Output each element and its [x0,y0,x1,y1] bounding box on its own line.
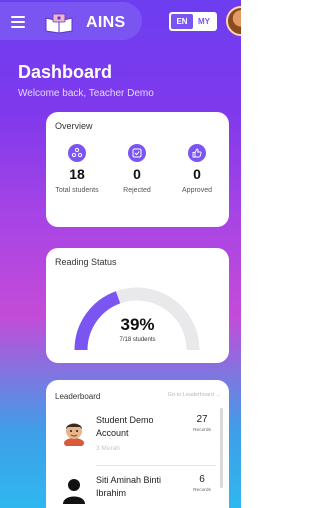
leaderboard-card: Leaderboard Go to Leaderboard → Student … [46,380,229,508]
student-name: Siti Aminah Binti Ibrahim [96,475,162,498]
stat-label: Total students [55,187,99,194]
go-to-leaderboard-link[interactable]: Go to Leaderboard → [168,392,221,398]
leaderboard-row[interactable]: Student Demo Account 3 Merah 27 Records [46,414,216,458]
overview-card: Overview 18 Total students 0 Rejected 0 … [46,112,229,227]
reading-status-card: Reading Status 39% 7/18 students [46,248,229,363]
rejected-icon [128,144,146,162]
lang-option-my[interactable]: MY [193,14,215,29]
language-switch[interactable]: EN MY [169,12,217,31]
page-title: Dashboard [18,62,113,82]
stat-total-students: 18 Total students [50,144,104,195]
reading-status-title: Reading Status [55,257,117,267]
header-brand-bar: AINS [0,2,142,40]
thumbs-up-icon [188,144,206,162]
welcome-message: Welcome back, Teacher Demo [18,88,154,99]
records-label: Records [193,428,211,433]
stat-value: 0 [193,166,201,182]
book-logo-icon [45,13,73,34]
student-class: 3 Merah [96,445,120,452]
leaderboard-row[interactable]: Siti Aminah Binti Ibrahim 6 Records [46,474,216,508]
stat-value: 0 [133,166,141,182]
leaderboard-scrollbar[interactable] [220,408,223,488]
stat-approved: 0 Approved [170,144,224,195]
lang-option-en[interactable]: EN [171,14,193,29]
row-divider [96,465,216,466]
stat-rejected: 0 Rejected [110,144,164,195]
stat-value: 18 [69,166,85,182]
overview-title: Overview [55,121,93,131]
top-bar: AINS EN MY [0,0,241,42]
stat-label: Approved [182,187,212,194]
student-avatar [64,423,84,446]
app-name: AINS [86,14,126,31]
stat-label: Rejected [123,187,151,194]
group-icon [68,144,86,162]
app-screen: AINS EN MY Dashboard Welcome back, Teach… [0,0,241,508]
hamburger-menu-icon[interactable] [11,16,25,28]
records-count: 6 [199,474,205,485]
user-avatar[interactable] [226,6,241,36]
reading-students-count: 7/18 students [119,337,156,343]
records-label: Records [193,488,211,493]
student-name: Student Demo Account [96,415,154,438]
records-count: 27 [196,414,208,425]
reading-percent: 39% [120,315,155,334]
leaderboard-title: Leaderboard [55,392,101,401]
student-avatar [63,479,85,504]
